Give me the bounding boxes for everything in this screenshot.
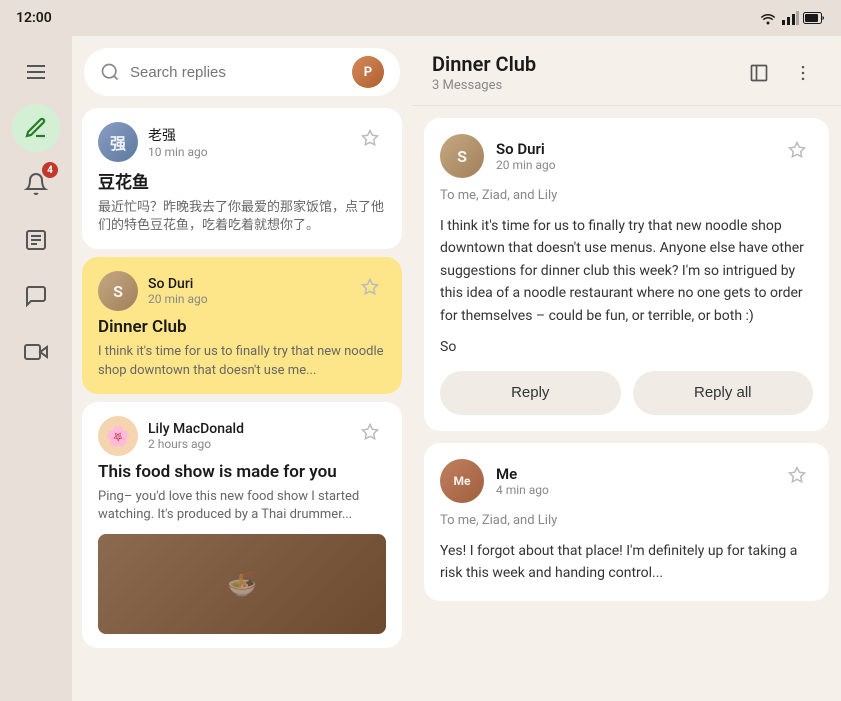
sender-name-3: Lily MacDonald [148, 421, 244, 437]
notes-icon [24, 228, 48, 252]
wifi-icon [759, 11, 777, 25]
msg-time-2: 4 min ago [496, 483, 549, 497]
reply-all-button[interactable]: Reply all [633, 371, 814, 415]
msg-avatar-2: Me [440, 459, 484, 503]
sidebar-item-video[interactable] [12, 328, 60, 376]
msg-sender-2: Me [496, 465, 549, 483]
star-button-3[interactable] [354, 416, 386, 448]
detail-panel: Dinner Club 3 Messages [412, 36, 841, 701]
msg-signature-1: So [440, 339, 813, 355]
chat-icon [24, 284, 48, 308]
msg-star-2[interactable] [781, 459, 813, 491]
status-bar: 12:00 [0, 0, 841, 36]
hamburger-icon [24, 60, 48, 84]
email-list-panel: P 强 老强 10 min ago 豆花鱼 最近忙吗？昨晚我去了你最爱的那家饭馆… [72, 36, 412, 701]
sender-name-1: 老强 [148, 125, 208, 145]
detail-message-count: 3 Messages [432, 78, 536, 93]
msg-to-2: To me, Ziad, and Lily [440, 513, 813, 528]
sender-time-2: 20 min ago [148, 292, 208, 306]
sender-avatar-3: 🌸 [98, 416, 138, 456]
star-button-1[interactable] [354, 122, 386, 154]
compose-icon [24, 116, 48, 140]
msg-avatar-1: S [440, 134, 484, 178]
email-preview-1: 最近忙吗？昨晚我去了你最爱的那家饭馆，点了他们的特色豆花鱼，吃着吃着就想你了。 [98, 199, 386, 235]
email-preview-2: I think it's time for us to finally try … [98, 343, 386, 379]
sidebar-item-notifications[interactable]: 4 [12, 160, 60, 208]
user-avatar[interactable]: P [352, 56, 384, 88]
detail-actions [741, 55, 821, 91]
video-icon [24, 340, 48, 364]
signal-icon [781, 11, 799, 25]
sender-name-2: So Duri [148, 276, 208, 292]
sidebar-item-menu[interactable] [12, 48, 60, 96]
email-item-2[interactable]: S So Duri 20 min ago Dinner Club I think… [82, 257, 402, 393]
email-image-3: 🍜 [98, 534, 386, 634]
email-subject-1: 豆花鱼 [98, 168, 386, 193]
email-3-header: 🌸 Lily MacDonald 2 hours ago [98, 416, 386, 456]
notification-badge: 4 [42, 162, 58, 178]
sender-time-3: 2 hours ago [148, 437, 244, 451]
msg-sender-1: So Duri [496, 140, 556, 158]
sender-avatar-1: 强 [98, 122, 138, 162]
message-card-1: S So Duri 20 min ago To me, Ziad, and Li… [424, 118, 829, 431]
detail-title: Dinner Club [432, 52, 536, 76]
search-bar: P [84, 48, 400, 96]
status-time: 12:00 [16, 10, 52, 26]
detail-header: Dinner Club 3 Messages [412, 36, 841, 106]
status-icons [759, 11, 825, 25]
sidebar-item-chat[interactable] [12, 272, 60, 320]
sender-avatar-2: S [98, 271, 138, 311]
sidebar-item-notes[interactable] [12, 216, 60, 264]
more-options-button[interactable] [785, 55, 821, 91]
reply-actions-1: Reply Reply all [440, 371, 813, 415]
battery-icon [803, 12, 825, 24]
message-card-2: Me Me 4 min ago To me, Ziad, and Lily Ye… [424, 443, 829, 601]
star-button-2[interactable] [354, 271, 386, 303]
email-item-3[interactable]: 🌸 Lily MacDonald 2 hours ago This food s… [82, 402, 402, 648]
msg-to-1: To me, Ziad, and Lily [440, 188, 813, 203]
msg-body-1: I think it's time for us to finally try … [440, 215, 813, 327]
email-subject-2: Dinner Club [98, 317, 386, 337]
sidebar: 4 [0, 36, 72, 701]
expand-button[interactable] [741, 55, 777, 91]
email-item-1[interactable]: 强 老强 10 min ago 豆花鱼 最近忙吗？昨晚我去了你最爱的那家饭馆，点… [82, 108, 402, 249]
email-1-header: 强 老强 10 min ago [98, 122, 386, 162]
email-2-header: S So Duri 20 min ago [98, 271, 386, 311]
search-input[interactable] [130, 64, 342, 81]
messages-list: S So Duri 20 min ago To me, Ziad, and Li… [412, 106, 841, 701]
reply-button[interactable]: Reply [440, 371, 621, 415]
email-subject-3: This food show is made for you [98, 462, 386, 482]
email-preview-3: Ping– you'd love this new food show I st… [98, 488, 386, 524]
sender-time-1: 10 min ago [148, 145, 208, 159]
msg-star-1[interactable] [781, 134, 813, 166]
msg-time-1: 20 min ago [496, 158, 556, 172]
msg-body-2: Yes! I forgot about that place! I'm defi… [440, 540, 813, 585]
sidebar-item-compose[interactable] [12, 104, 60, 152]
search-icon [100, 62, 120, 82]
